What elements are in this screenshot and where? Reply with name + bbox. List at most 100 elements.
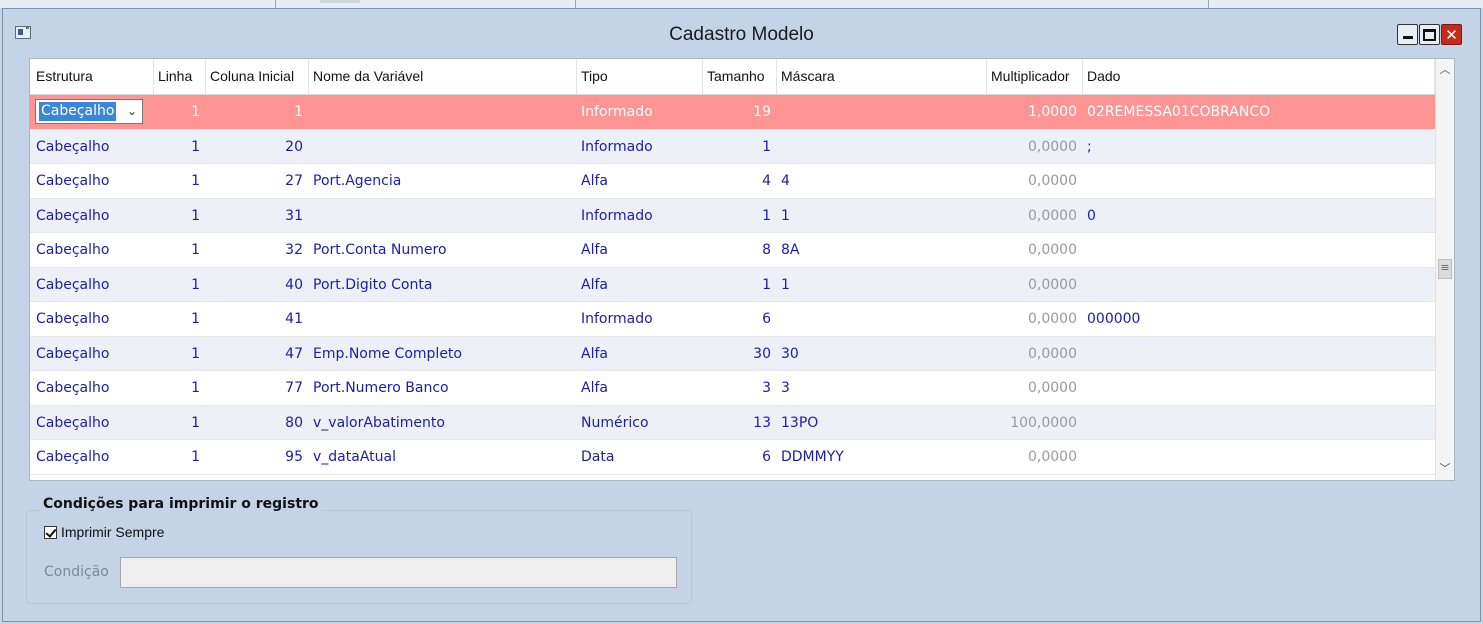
cell-dado[interactable] xyxy=(1083,440,1435,474)
cell-nome-variavel[interactable] xyxy=(309,199,577,233)
condition-input[interactable] xyxy=(120,557,677,588)
cell-multiplicador[interactable]: 0,0000 xyxy=(987,440,1083,474)
print-always-checkbox-row[interactable]: Imprimir Sempre xyxy=(44,524,164,540)
maximize-button[interactable] xyxy=(1419,24,1440,45)
cell-mascara[interactable]: 1 xyxy=(777,268,987,302)
column-header-tipo[interactable]: Tipo xyxy=(577,59,703,94)
print-always-label[interactable]: Imprimir Sempre xyxy=(61,524,164,540)
table-row[interactable]: Cabeçalho 1 80 v_valorAbatimento Numérico 13 1… xyxy=(30,405,1435,440)
cell-tamanho[interactable]: 19 xyxy=(703,95,777,129)
cell-mascara[interactable]: DDMMYY xyxy=(777,440,987,474)
cell-multiplicador[interactable]: 0,0000 xyxy=(987,302,1083,336)
cell-dado[interactable] xyxy=(1083,371,1435,405)
cell-tipo[interactable]: Numérico xyxy=(577,406,703,440)
cell-estrutura[interactable]: Cabeçalho xyxy=(30,164,154,198)
cell-nome-variavel[interactable] xyxy=(309,302,577,336)
cell-tipo[interactable]: Informado xyxy=(577,199,703,233)
cell-mascara[interactable] xyxy=(777,302,987,336)
column-header-linha[interactable]: Linha xyxy=(154,59,206,94)
cell-linha[interactable]: 1 xyxy=(154,337,206,371)
cell-estrutura[interactable]: Cabeçalho xyxy=(30,337,154,371)
cell-estrutura[interactable]: Cabeçalho xyxy=(30,199,154,233)
vertical-scrollbar[interactable]: ︿ ≡ ﹀ xyxy=(1435,59,1454,480)
column-header-tamanho[interactable]: Tamanho xyxy=(703,59,777,94)
table-row[interactable]: Cabeçalho 1 77 Port.Numero Banco Alfa 3 3 0,000… xyxy=(30,371,1435,406)
cell-dado[interactable] xyxy=(1083,268,1435,302)
cell-tamanho[interactable]: 6 xyxy=(703,440,777,474)
cell-multiplicador[interactable]: 0,0000 xyxy=(987,130,1083,164)
cell-coluna-inicial[interactable]: 40 xyxy=(206,268,309,302)
cell-dado[interactable]: 02REMESSA01COBRANCO xyxy=(1083,95,1435,129)
cell-tipo[interactable]: Informado xyxy=(577,95,703,129)
cell-nome-variavel[interactable]: v_valorAbatimento xyxy=(309,406,577,440)
column-header-multiplicador[interactable]: Multiplicador xyxy=(987,59,1083,94)
cell-tipo[interactable]: Alfa xyxy=(577,268,703,302)
table-row[interactable]: Cabeçalho 1 41 Informado 6 0,0000 000000 xyxy=(30,302,1435,337)
cell-dado[interactable] xyxy=(1083,406,1435,440)
table-row[interactable]: Cabeçalho 1 31 Informado 1 1 0,0000 0 xyxy=(30,198,1435,233)
cell-estrutura[interactable]: Cabeçalho xyxy=(30,233,154,267)
print-always-checkbox[interactable] xyxy=(44,525,57,539)
cell-coluna-inicial[interactable]: 32 xyxy=(206,233,309,267)
cell-tipo[interactable]: Alfa xyxy=(577,233,703,267)
cell-dado[interactable]: 000000 xyxy=(1083,302,1435,336)
cell-coluna-inicial[interactable]: 41 xyxy=(206,302,309,336)
cell-linha[interactable]: 1 xyxy=(154,164,206,198)
title-bar[interactable]: Cadastro Modelo ✕ xyxy=(3,9,1480,61)
cell-nome-variavel[interactable]: Port.Conta Numero xyxy=(309,233,577,267)
cell-coluna-inicial[interactable]: 47 xyxy=(206,337,309,371)
minimize-button[interactable] xyxy=(1397,24,1418,45)
cell-multiplicador[interactable]: 0,0000 xyxy=(987,268,1083,302)
cell-coluna-inicial[interactable]: 27 xyxy=(206,164,309,198)
table-row[interactable]: Cabeçalho 1 32 Port.Conta Numero Alfa 8 8A 0,00… xyxy=(30,233,1435,268)
cell-tipo[interactable]: Alfa xyxy=(577,164,703,198)
cell-linha[interactable]: 1 xyxy=(154,95,206,129)
cell-linha[interactable]: 1 xyxy=(154,406,206,440)
cell-nome-variavel[interactable]: Port.Digito Conta xyxy=(309,268,577,302)
cell-nome-variavel[interactable]: Port.Numero Banco xyxy=(309,371,577,405)
scrollbar-thumb[interactable]: ≡ xyxy=(1438,259,1452,279)
cell-nome-variavel[interactable]: v_dataAtual xyxy=(309,440,577,474)
cell-tamanho[interactable]: 13 xyxy=(703,406,777,440)
cell-nome-variavel[interactable]: Port.Agencia xyxy=(309,164,577,198)
cell-estrutura[interactable]: Cabeçalho xyxy=(30,130,154,164)
cell-multiplicador[interactable]: 0,0000 xyxy=(987,233,1083,267)
cell-mascara[interactable]: 8A xyxy=(777,233,987,267)
scroll-up-button[interactable]: ︿ xyxy=(1436,61,1454,79)
cell-tamanho[interactable]: 4 xyxy=(703,164,777,198)
chevron-down-icon[interactable]: ⌄ xyxy=(127,100,137,123)
cell-multiplicador[interactable]: 0,0000 xyxy=(987,371,1083,405)
cell-dado[interactable] xyxy=(1083,337,1435,371)
cell-estrutura[interactable]: Cabeçalho xyxy=(30,268,154,302)
cell-mascara[interactable] xyxy=(777,95,987,129)
cell-dado[interactable]: 0 xyxy=(1083,199,1435,233)
cell-tamanho[interactable]: 1 xyxy=(703,268,777,302)
table-row[interactable]: Cabeçalho 1 20 Informado 1 0,0000; xyxy=(30,129,1435,164)
cell-coluna-inicial[interactable]: 1 xyxy=(206,95,309,129)
cell-multiplicador[interactable]: 0,0000 xyxy=(987,337,1083,371)
cell-coluna-inicial[interactable]: 80 xyxy=(206,406,309,440)
cell-estrutura[interactable]: Cabeçalho xyxy=(30,406,154,440)
column-header-estrutura[interactable]: Estrutura xyxy=(30,59,154,94)
table-row[interactable]: Cabeçalho 1 95 v_dataAtual Data 6 DDMMYY 0,0000 xyxy=(30,440,1435,475)
cell-linha[interactable]: 1 xyxy=(154,268,206,302)
cell-tipo[interactable]: Informado xyxy=(577,302,703,336)
cell-coluna-inicial[interactable]: 20 xyxy=(206,130,309,164)
cell-nome-variavel[interactable]: Emp.Nome Completo xyxy=(309,337,577,371)
cell-multiplicador[interactable]: 0,0000 xyxy=(987,199,1083,233)
cell-tipo[interactable]: Alfa xyxy=(577,371,703,405)
column-header-nome-variavel[interactable]: Nome da Variável xyxy=(309,59,577,94)
cell-nome-variavel[interactable] xyxy=(309,95,577,129)
cell-nome-variavel[interactable] xyxy=(309,130,577,164)
estrutura-dropdown[interactable]: Cabeçalho ⌄ xyxy=(35,99,143,124)
cell-mascara[interactable] xyxy=(777,130,987,164)
cell-tipo[interactable]: Alfa xyxy=(577,337,703,371)
cell-tamanho[interactable]: 8 xyxy=(703,233,777,267)
cell-estrutura[interactable]: Cabeçalho xyxy=(30,371,154,405)
cell-tipo[interactable]: Data xyxy=(577,440,703,474)
cell-mascara[interactable]: 30 xyxy=(777,337,987,371)
cell-tamanho[interactable]: 1 xyxy=(703,130,777,164)
cell-multiplicador[interactable]: 1,0000 xyxy=(987,95,1083,129)
cell-linha[interactable]: 1 xyxy=(154,130,206,164)
cell-coluna-inicial[interactable]: 31 xyxy=(206,199,309,233)
